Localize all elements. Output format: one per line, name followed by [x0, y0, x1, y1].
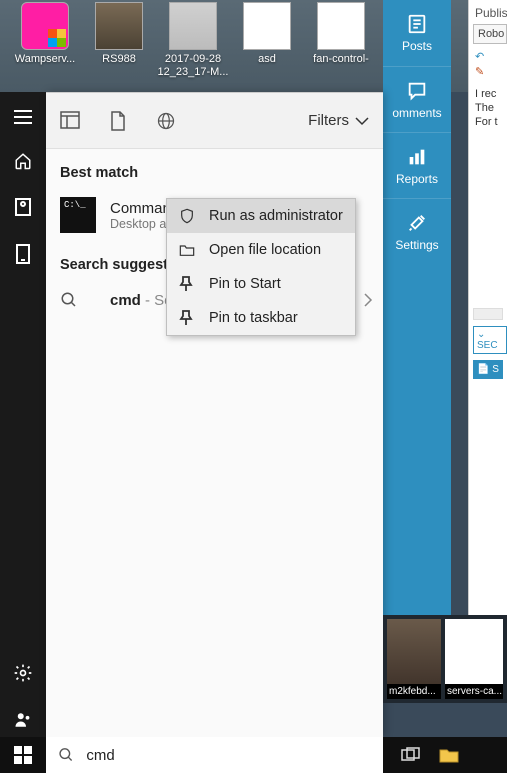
right-text-line: For t [469, 114, 507, 128]
desktop-icon-wampserver[interactable]: Wampserv... [8, 0, 82, 78]
thumbnail-preview[interactable]: m2kfebd... [387, 619, 441, 699]
folder-icon [179, 243, 197, 257]
admin-shield-icon [179, 208, 197, 224]
thumbnail-caption: servers-ca... [445, 684, 503, 699]
windows-logo-icon [14, 746, 32, 764]
best-match-heading: Best match [46, 165, 383, 191]
posts-icon [406, 13, 428, 35]
undo-icon[interactable]: ↶ [475, 50, 484, 63]
thumbnail-preview[interactable]: servers-ca... [445, 619, 503, 699]
search-panel: Filters Best match C:\_ Command P Deskto… [46, 92, 383, 737]
start-button[interactable] [0, 737, 46, 773]
home-icon[interactable] [14, 152, 32, 170]
rail-label: Settings [395, 238, 438, 252]
pin-icon [179, 276, 197, 292]
edit-icon[interactable]: ✎ [475, 66, 484, 78]
settings-gear-icon[interactable] [13, 663, 33, 683]
search-icon [60, 291, 96, 309]
hamburger-icon[interactable] [14, 110, 32, 124]
scope-documents-icon[interactable] [110, 111, 126, 131]
right-panel: Publis Robo ↶ ✎ I rec The For t ⌄ SEC 📄 … [468, 0, 507, 615]
ctx-run-as-administrator[interactable]: Run as administrator [167, 199, 355, 233]
search-icon [58, 746, 74, 764]
right-text-line: The [469, 100, 507, 114]
task-view-icon[interactable] [401, 747, 421, 763]
taskbar-thumbnails: m2kfebd... servers-ca... [383, 615, 507, 703]
desktop-icon-asd[interactable]: asd [230, 0, 304, 78]
ctx-open-file-location[interactable]: Open file location [167, 233, 355, 267]
search-scope-bar: Filters [46, 93, 383, 149]
ctx-pin-to-start[interactable]: Pin to Start [167, 267, 355, 301]
reports-icon [406, 146, 428, 168]
rail-item-posts[interactable]: Posts [383, 0, 451, 66]
scope-apps-icon[interactable] [60, 111, 80, 131]
rail-label: Reports [396, 172, 438, 186]
file-explorer-icon[interactable] [439, 747, 459, 763]
search-input[interactable] [86, 747, 371, 764]
scrollbar-horizontal[interactable] [473, 308, 503, 320]
filters-label: Filters [308, 112, 349, 129]
rail-item-reports[interactable]: Reports [383, 132, 451, 198]
start-left-rail [0, 92, 46, 737]
comments-icon [406, 80, 428, 102]
app-nav-rail: Posts omments Reports Settings [383, 0, 451, 615]
desktop-icon-screenshot[interactable]: 2017-09-28 12_23_17-M... [156, 0, 230, 78]
thumbnail-caption: m2kfebd... [387, 684, 441, 699]
scope-web-icon[interactable] [156, 111, 176, 131]
ctx-pin-to-taskbar[interactable]: Pin to taskbar [167, 301, 355, 335]
taskbar [0, 737, 507, 773]
apps-icon[interactable] [15, 198, 31, 216]
ctx-item-label: Open file location [209, 242, 321, 258]
right-text-line: I rec [469, 86, 507, 100]
chevron-down-icon [355, 116, 369, 126]
rail-item-comments[interactable]: omments [383, 66, 451, 132]
device-icon[interactable] [16, 244, 30, 264]
blue-button[interactable]: 📄 S [473, 360, 503, 379]
pin-icon [179, 310, 197, 326]
right-panel-heading: Publis [469, 4, 507, 20]
desktop-icon-rs988[interactable]: RS988 [82, 0, 156, 78]
rail-item-settings[interactable]: Settings [383, 198, 451, 264]
user-icon[interactable] [14, 711, 32, 729]
right-panel-tab[interactable]: Robo [473, 24, 507, 44]
suggestion-term: cmd [110, 292, 141, 309]
chevron-right-icon[interactable] [363, 292, 373, 308]
ctx-item-label: Pin to taskbar [209, 310, 298, 326]
ctx-item-label: Run as administrator [209, 208, 343, 224]
context-menu: Run as administrator Open file location … [166, 198, 356, 336]
ctx-item-label: Pin to Start [209, 276, 281, 292]
filters-dropdown[interactable]: Filters [308, 112, 369, 129]
tools-icon [406, 212, 428, 234]
security-badge[interactable]: ⌄ SEC [473, 326, 507, 354]
desktop-icon-fan-control[interactable]: fan-control- [304, 0, 378, 78]
command-prompt-icon: C:\_ [60, 197, 96, 233]
rail-label: Posts [402, 39, 432, 53]
taskbar-search-box[interactable] [46, 737, 383, 773]
rail-label: omments [392, 106, 441, 120]
